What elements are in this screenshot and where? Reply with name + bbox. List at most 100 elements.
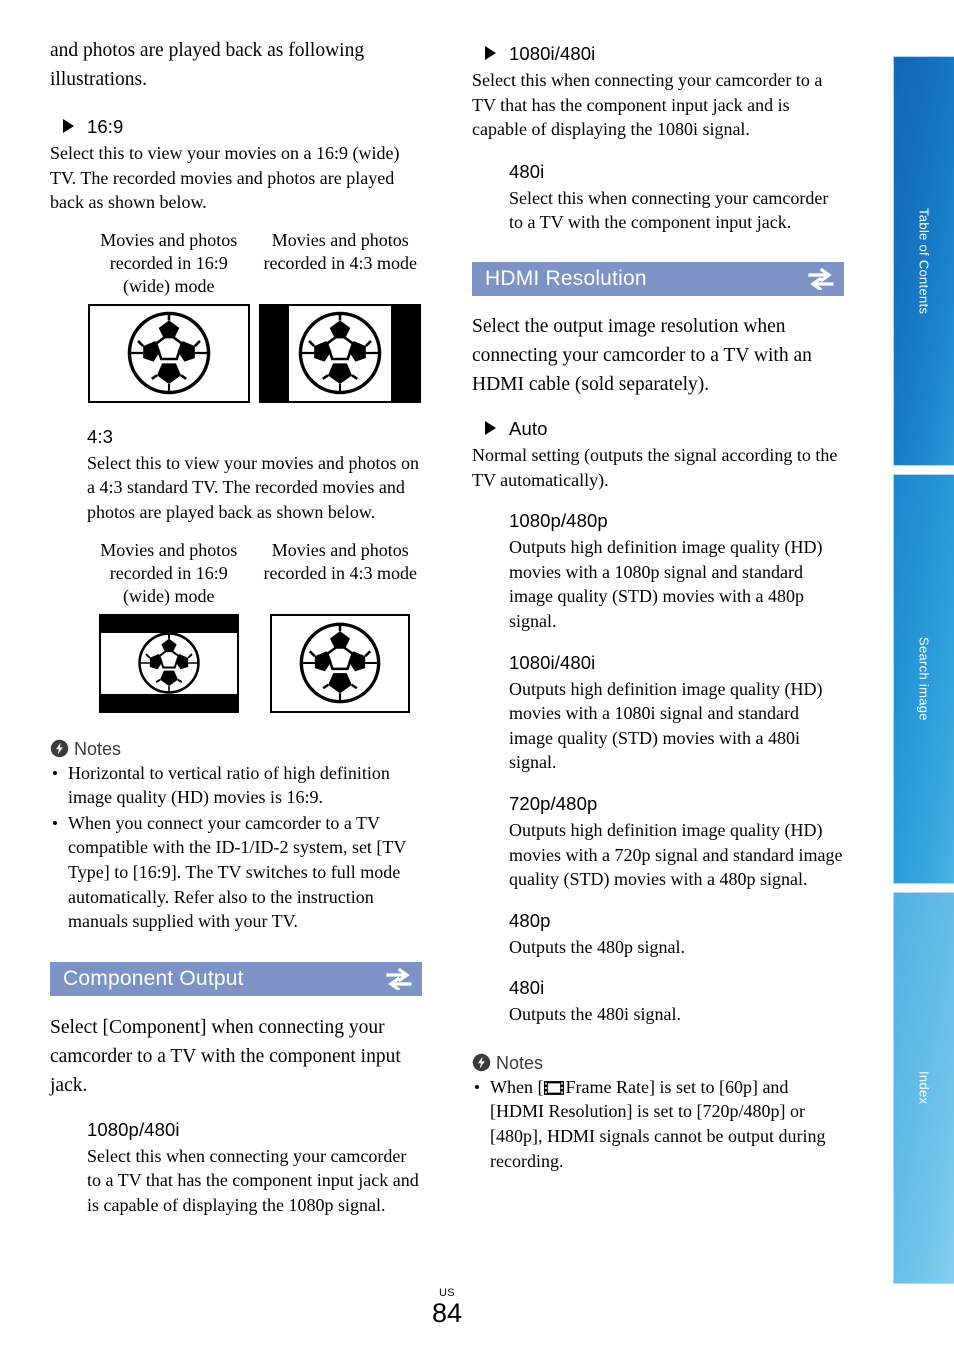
notes-block-left: Notes Horizontal to vertical ratio of hi…: [50, 739, 422, 934]
option-title: 4:3: [87, 425, 114, 447]
hdmi-option-480p: 480p Outputs the 480p signal.: [472, 909, 844, 960]
lightning-bolt-icon: [472, 1054, 491, 1072]
option-description: Outputs high definition image quality (H…: [509, 819, 843, 890]
hdmi-option-1080p-480p: 1080p/480p Outputs high definition image…: [472, 509, 844, 633]
note-item: Horizontal to vertical ratio of high def…: [50, 761, 422, 810]
option-title: 1080i/480i: [509, 43, 596, 64]
note-item: When you connect your camcorder to a TV …: [50, 811, 422, 934]
option-description: Select this when connecting your camcord…: [509, 187, 829, 233]
option-title: 1080p/480p: [509, 510, 608, 532]
component-option-480i: 480i Select this when connecting your ca…: [472, 160, 844, 235]
right-column: 1080i/480i Select this when connecting y…: [472, 36, 844, 1173]
notes-block-right: Notes When [Frame Rate] is set to [60p] …: [472, 1053, 844, 1173]
notes-header: Notes: [472, 1053, 844, 1073]
option-title: 720p/480p: [509, 792, 598, 814]
option-description: Select this when connecting your camcord…: [87, 1145, 419, 1215]
tv-row: [87, 613, 423, 713]
option-4-3: 4:3 Select this to view your movies and …: [50, 425, 422, 525]
tv-slot: [87, 613, 251, 713]
two-way-arrows-icon: [386, 967, 412, 990]
hdmi-option-480i: 480i Outputs the 480i signal.: [472, 976, 844, 1027]
side-tab-strip: Table of Contents Search image Index: [893, 56, 954, 1284]
illustration-4-3: Movies and photos recorded in 16:9 (wide…: [50, 539, 422, 713]
component-intro: Select [Component] when connecting your …: [50, 1016, 401, 1096]
option-title: 480p: [509, 909, 551, 931]
option-title: 1080i/480i: [509, 651, 596, 673]
page-number: 84: [431, 1298, 463, 1328]
section-header-hdmi-resolution: HDMI Resolution: [472, 261, 844, 296]
triangle-right-icon: [485, 420, 496, 435]
tv-screen-letterboxed: [98, 613, 239, 713]
section-title: Component Output: [63, 966, 244, 990]
movie-film-icon: [544, 1080, 565, 1095]
note-text: When you connect your camcorder to a TV …: [68, 812, 407, 932]
hdmi-option-1080i-480i: 1080i/480i Outputs high definition image…: [472, 651, 844, 775]
sidebar-tab-search-image[interactable]: Search image: [893, 474, 954, 884]
option-description: Outputs the 480i signal.: [509, 1004, 681, 1025]
letterbox-bar-top: [100, 615, 237, 633]
lightning-bolt-icon: [50, 739, 69, 758]
illustration-16-9: Movies and photos recorded in 16:9 (wide…: [50, 229, 422, 403]
tab-label: Table of Contents: [916, 207, 932, 315]
two-way-arrows-icon: [808, 267, 834, 290]
caption-right: Movies and photos recorded in 4:3 mode: [263, 539, 417, 583]
tv-screen-full-4-3: [270, 613, 411, 713]
option-title: 480i: [509, 160, 545, 182]
hdmi-option-720p-480p: 720p/480p Outputs high definition image …: [472, 792, 844, 892]
sidebar-tab-index[interactable]: Index: [893, 892, 954, 1284]
tv-row: [87, 303, 423, 403]
option-title: 480i: [509, 977, 545, 999]
section-header-component-output: Component Output: [50, 961, 422, 996]
tv-slot: [87, 303, 251, 403]
note-text: Horizontal to vertical ratio of high def…: [68, 762, 390, 808]
triangle-right-icon: [63, 119, 74, 133]
option-description: Outputs high definition image quality (H…: [509, 678, 823, 773]
caption-right: Movies and photos recorded in 4:3 mode: [263, 229, 417, 273]
caption-row: Movies and photos recorded in 16:9 (wide…: [87, 229, 422, 298]
tv-slot: [259, 303, 423, 403]
page-footer: US 84: [0, 1288, 894, 1328]
tv-slot: [259, 613, 423, 713]
soccer-ball-icon: [127, 312, 211, 395]
caption-row: Movies and photos recorded in 16:9 (wide…: [87, 539, 422, 608]
note-text-prefix: When [: [490, 1076, 544, 1097]
soccer-ball-icon: [298, 312, 382, 395]
letterbox-bar-bottom: [100, 693, 237, 711]
option-description: Select this to view your movies and phot…: [87, 452, 419, 522]
hdmi-option-auto: Auto Normal setting (outputs the signal …: [472, 417, 844, 492]
option-title: 1080p/480i: [87, 1118, 180, 1140]
caption-left: Movies and photos recorded in 16:9 (wide…: [100, 539, 238, 606]
option-title: Auto: [509, 417, 548, 439]
soccer-ball-icon: [299, 622, 381, 704]
section-title: HDMI Resolution: [485, 266, 647, 290]
soccer-ball-icon: [138, 632, 200, 694]
tv-screen-pillarboxed: [259, 303, 422, 403]
note-item: When [Frame Rate] is set to [60p] and [H…: [472, 1075, 844, 1173]
option-description: Outputs the 480p signal.: [509, 936, 685, 957]
sidebar-tab-table-of-contents[interactable]: Table of Contents: [893, 56, 954, 466]
bullet-icon: [53, 820, 57, 825]
option-description: Normal setting (outputs the signal accor…: [472, 444, 838, 490]
tab-label: Search image: [916, 637, 932, 721]
option-16-9: 16:9 Select this to view your movies on …: [50, 115, 422, 215]
left-column: and photos are played back as following …: [50, 36, 422, 1218]
hdmi-intro: Select the output image resolution when …: [472, 315, 812, 395]
tv-screen-full: [87, 303, 250, 403]
pillarbox-bar-right: [391, 305, 420, 401]
pillarbox-bar-left: [261, 305, 290, 401]
manual-page: and photos are played back as following …: [0, 0, 954, 1357]
intro-paragraph: and photos are played back as following …: [50, 40, 365, 90]
option-description: Select this when connecting your camcord…: [472, 70, 823, 140]
bullet-icon: [53, 770, 57, 775]
tab-label: Index: [916, 1071, 932, 1105]
component-option: 1080p/480i Select this when connecting y…: [50, 1118, 422, 1218]
notes-label: Notes: [496, 1052, 544, 1073]
triangle-right-icon: [485, 46, 496, 60]
option-title: 16:9: [87, 116, 124, 137]
bullet-icon: [475, 1084, 479, 1089]
component-option-1080i-480i: 1080i/480i Select this when connecting y…: [472, 42, 844, 142]
caption-left: Movies and photos recorded in 16:9 (wide…: [100, 229, 238, 296]
notes-label: Notes: [74, 738, 122, 759]
option-description: Select this to view your movies on a 16:…: [50, 143, 400, 213]
notes-header: Notes: [50, 739, 422, 759]
